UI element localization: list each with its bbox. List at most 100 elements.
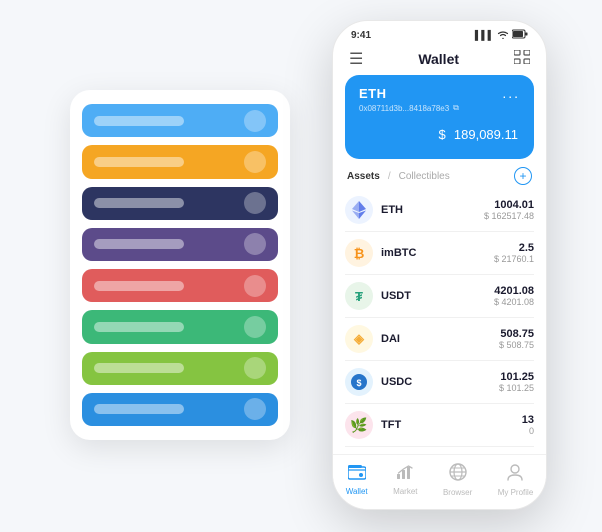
bar-label <box>94 363 184 373</box>
asset-name-usdc: USDC <box>381 376 499 388</box>
nav-item-wallet[interactable]: Wallet <box>346 464 368 496</box>
wifi-icon <box>497 29 509 41</box>
color-bar-7 <box>82 352 278 385</box>
amount-value: 189,089.11 <box>454 127 518 142</box>
asset-values-dai: 508.75 $ 508.75 <box>499 328 534 350</box>
tft-icon: 🌿 <box>345 411 373 439</box>
asset-name-dai: DAI <box>381 333 499 345</box>
tab-divider: / <box>388 171 391 182</box>
imbtc-usd: $ 21760.1 <box>494 254 534 264</box>
profile-nav-label: My Profile <box>498 488 534 497</box>
market-nav-label: Market <box>393 487 417 496</box>
bar-icon <box>244 357 266 379</box>
color-bar-2 <box>82 145 278 178</box>
bar-icon <box>244 275 266 297</box>
browser-nav-label: Browser <box>443 488 472 497</box>
dai-icon: ◈ <box>345 325 373 353</box>
bar-icon <box>244 110 266 132</box>
asset-values-eth: 1004.01 $ 162517.48 <box>484 199 534 221</box>
color-bar-8 <box>82 393 278 426</box>
asset-row-usdt[interactable]: ₮ USDT 4201.08 $ 4201.08 <box>345 275 534 318</box>
asset-name-eth: ETH <box>381 204 484 216</box>
tab-assets[interactable]: Assets <box>347 171 380 182</box>
asset-row-dai[interactable]: ◈ DAI 508.75 $ 508.75 <box>345 318 534 361</box>
asset-list: ETH 1004.01 $ 162517.48 ₿ imBTC 2.5 $ 21… <box>333 189 546 454</box>
assets-tabs: Assets / Collectibles <box>347 171 450 182</box>
currency-symbol: $ <box>439 127 446 142</box>
usdt-amount: 4201.08 <box>494 285 534 297</box>
bar-label <box>94 404 184 414</box>
asset-values-imbtc: 2.5 $ 21760.1 <box>494 242 534 264</box>
asset-name-imbtc: imBTC <box>381 247 494 259</box>
eth-icon <box>345 196 373 224</box>
asset-name-tft: TFT <box>381 419 522 431</box>
bar-icon <box>244 233 266 255</box>
browser-nav-icon <box>449 463 467 486</box>
eth-usd: $ 162517.48 <box>484 211 534 221</box>
phone-frame: 9:41 ▌▌▌ ☰ Wallet <box>332 20 547 510</box>
tab-collectibles[interactable]: Collectibles <box>399 171 450 182</box>
color-bar-5 <box>82 269 278 302</box>
eth-wallet-card[interactable]: ETH ... 0x08711d3b...8418a78e3 ⧉ $ 189,0… <box>345 75 534 159</box>
bar-icon <box>244 316 266 338</box>
asset-row-usdc[interactable]: $ USDC 101.25 $ 101.25 <box>345 361 534 404</box>
usdc-amount: 101.25 <box>499 371 534 383</box>
bar-icon <box>244 398 266 420</box>
tft-amount: 13 <box>522 414 534 426</box>
svg-text:$: $ <box>356 378 361 388</box>
usdc-icon: $ <box>345 368 373 396</box>
add-asset-button[interactable]: + <box>514 167 532 185</box>
dai-amount: 508.75 <box>499 328 534 340</box>
nav-item-profile[interactable]: My Profile <box>498 463 534 497</box>
copy-icon[interactable]: ⧉ <box>453 103 459 113</box>
eth-card-header: ETH ... <box>359 85 520 101</box>
bar-icon <box>244 192 266 214</box>
bar-label <box>94 116 184 126</box>
nav-item-browser[interactable]: Browser <box>443 463 472 497</box>
tft-usd: 0 <box>522 426 534 436</box>
color-bar-3 <box>82 187 278 220</box>
eth-card-address: 0x08711d3b...8418a78e3 ⧉ <box>359 103 520 113</box>
dai-usd: $ 508.75 <box>499 340 534 350</box>
asset-row-imbtc[interactable]: ₿ imBTC 2.5 $ 21760.1 <box>345 232 534 275</box>
bar-label <box>94 322 184 332</box>
imbtc-amount: 2.5 <box>494 242 534 254</box>
status-icons: ▌▌▌ <box>475 29 528 41</box>
eth-amount: 1004.01 <box>484 199 534 211</box>
color-bar-4 <box>82 228 278 261</box>
wallet-nav-icon <box>348 464 366 485</box>
bar-icon <box>244 151 266 173</box>
wallet-nav-label: Wallet <box>346 487 368 496</box>
eth-card-menu-icon[interactable]: ... <box>502 85 520 101</box>
eth-card-title: ETH <box>359 86 387 101</box>
expand-icon[interactable] <box>514 50 530 69</box>
menu-icon[interactable]: ☰ <box>349 49 363 69</box>
asset-values-tft: 13 0 <box>522 414 534 436</box>
usdt-usd: $ 4201.08 <box>494 297 534 307</box>
page-title: Wallet <box>418 51 459 67</box>
color-bar-1 <box>82 104 278 137</box>
usdt-icon: ₮ <box>345 282 373 310</box>
bar-label <box>94 198 184 208</box>
market-nav-icon <box>396 464 414 485</box>
usdc-usd: $ 101.25 <box>499 383 534 393</box>
asset-name-usdt: USDT <box>381 290 494 302</box>
eth-card-amount: $ 189,089.11 <box>359 119 520 145</box>
bottom-nav: Wallet Market <box>333 454 546 509</box>
battery-icon <box>512 29 528 41</box>
asset-row-tft[interactable]: 🌿 TFT 13 0 <box>345 404 534 447</box>
asset-values-usdc: 101.25 $ 101.25 <box>499 371 534 393</box>
asset-row-eth[interactable]: ETH 1004.01 $ 162517.48 <box>345 189 534 232</box>
bar-label <box>94 239 184 249</box>
color-bar-6 <box>82 310 278 343</box>
nav-item-market[interactable]: Market <box>393 464 417 496</box>
profile-nav-icon <box>506 463 524 486</box>
nav-bar: ☰ Wallet <box>333 45 546 75</box>
background-card <box>70 90 290 440</box>
signal-icon: ▌▌▌ <box>475 30 494 40</box>
address-text: 0x08711d3b...8418a78e3 <box>359 104 449 113</box>
status-bar: 9:41 ▌▌▌ <box>333 21 546 45</box>
imbtc-icon: ₿ <box>345 239 373 267</box>
bar-label <box>94 281 184 291</box>
bar-label <box>94 157 184 167</box>
